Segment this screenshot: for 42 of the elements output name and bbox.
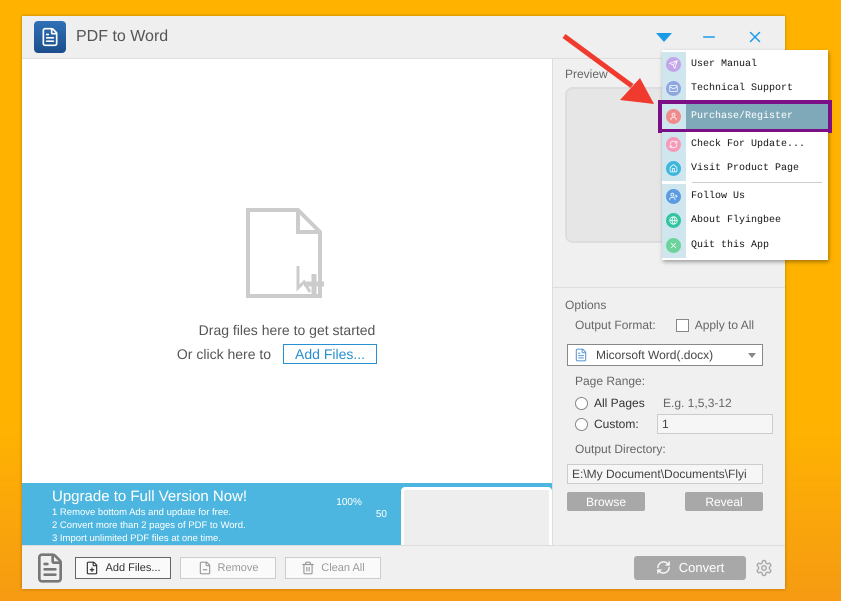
toolbar-button[interactable]: Add Files... — [75, 556, 171, 578]
refresh-icon — [656, 560, 671, 575]
output-directory-field[interactable]: E:\My Document\Documents\Flyi — [567, 464, 763, 484]
range-label: All Pages — [594, 396, 645, 410]
caret-icon — [748, 352, 756, 358]
options-heading: Options — [565, 298, 608, 312]
format-dropdown[interactable]: Micorsoft Word(.docx) — [567, 344, 763, 366]
preview-label: Preview — [565, 67, 609, 81]
menu-item[interactable]: Technical Support — [662, 76, 828, 102]
file-plus-icon — [85, 560, 100, 574]
app-logo-icon — [34, 21, 66, 53]
trash-icon — [301, 560, 316, 574]
banner-title: Upgrade to Full Version Now! — [52, 487, 248, 506]
range-label: Custom: — [594, 417, 639, 431]
custom-range-field[interactable]: 1 — [657, 414, 773, 434]
file-minus-icon — [198, 560, 212, 574]
menu-item[interactable]: Check For Update... — [662, 132, 828, 156]
menu-item[interactable]: About Flyingbee — [662, 208, 828, 234]
range-hint: E.g. 1,5,3-12 — [662, 396, 733, 410]
page-range-label: Page Range: — [575, 374, 646, 388]
window-title: PDF to Word — [76, 28, 170, 46]
menu-item[interactable]: User Manual — [662, 52, 828, 77]
document-icon — [574, 348, 588, 362]
menu-item[interactable]: Quit this App — [662, 233, 828, 258]
banner-graphic-label: 50 — [376, 509, 387, 520]
menu-item[interactable]: Follow Us — [662, 184, 828, 209]
banner-line: 1 Remove bottom Ads and update for free. — [52, 506, 232, 519]
range-radio[interactable] — [575, 396, 588, 410]
range-radio[interactable] — [575, 418, 588, 430]
add-files-link[interactable]: Add Files... — [283, 344, 378, 364]
banner-graphic-label: 100% — [336, 497, 362, 508]
output-format-label: Output Format: — [575, 318, 656, 332]
settings-icon[interactable] — [755, 558, 773, 576]
output-directory-label: Output Directory: — [575, 442, 667, 456]
dropdown-caret-icon[interactable] — [656, 32, 672, 42]
drop-prompt: Drag files here to get started — [198, 322, 376, 338]
apply-all-checkbox[interactable] — [676, 318, 689, 332]
banner-line: 2 Convert more than 2 pages of PDF to Word. — [52, 519, 247, 532]
menu-item[interactable]: Visit Product Page — [662, 156, 828, 181]
apply-all-label: Apply to All — [694, 318, 754, 332]
click-prompt: Or click here to — [176, 346, 272, 362]
banner-line: 3 Import unlimited PDF files at one time. — [52, 532, 222, 545]
